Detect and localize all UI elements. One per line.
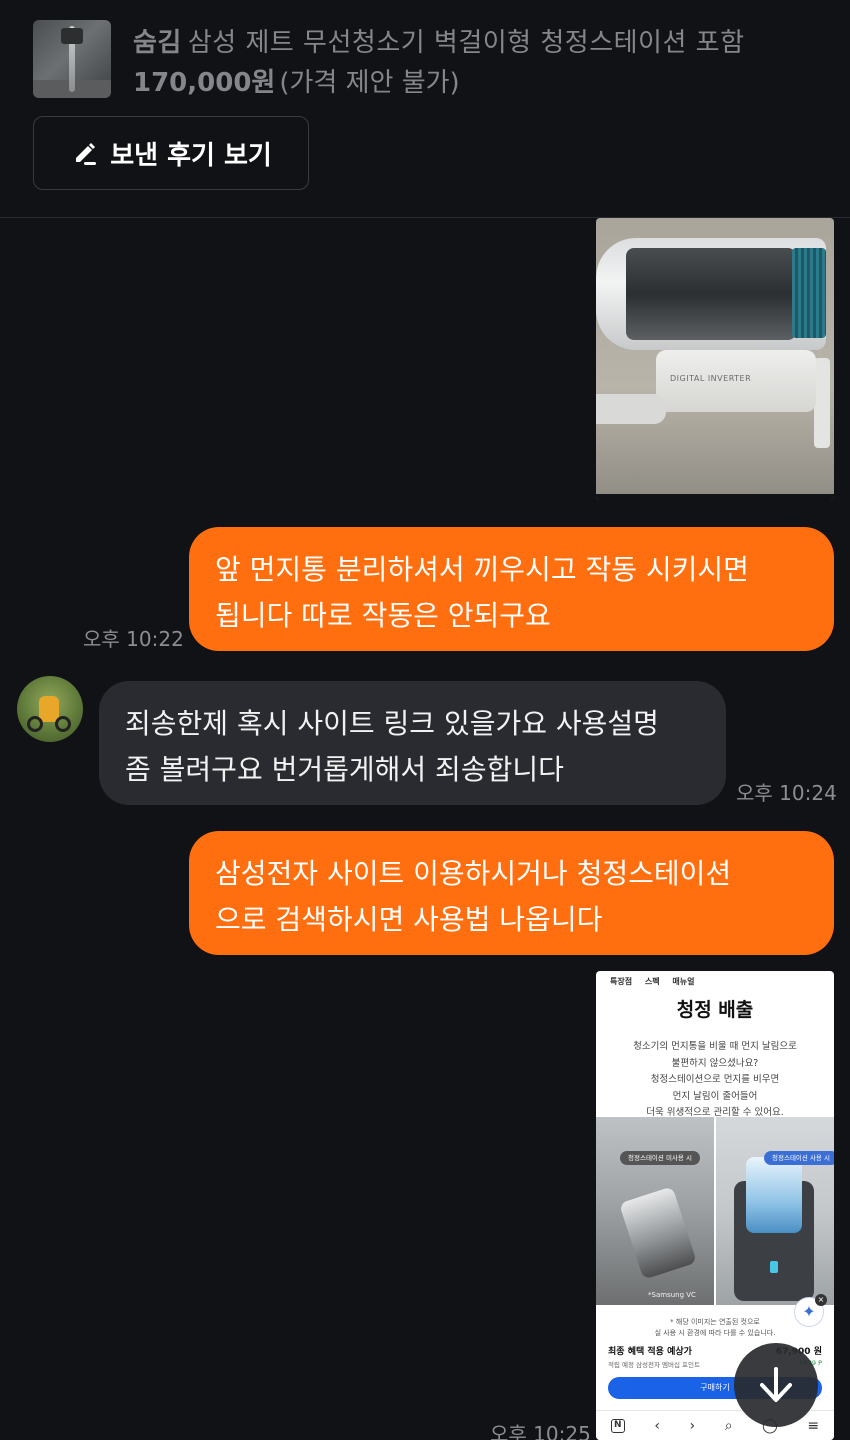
their-message-bubble[interactable]: 죄송한제 혹시 사이트 링크 있을가요 사용설명 좀 볼려구요 번거롭게해서 죄…	[99, 681, 726, 805]
close-icon: ×	[815, 1294, 827, 1306]
other-user-avatar[interactable]	[17, 676, 83, 742]
my-message-bubble[interactable]: 삼성전자 사이트 이용하시거나 청정스테이션 으로 검색하시면 사용법 나옵니다	[189, 831, 834, 955]
web-pill-right: 청정스테이션 사용 시	[764, 1151, 834, 1165]
product-price: 170,000원	[133, 68, 276, 98]
product-title: 삼성 제트 무선청소기 벽걸이형 청정스테이션 포함	[187, 28, 745, 58]
message-timestamp: 오후 10:22	[83, 627, 184, 651]
web-image-note: * 해당 이미지는 연출된 컷으로 실 사용 시 환경에 따라 다를 수 있습니…	[654, 1318, 776, 1337]
product-thumbnail[interactable]	[33, 20, 111, 98]
product-header: 숨김 삼성 제트 무선청소기 벽걸이형 청정스테이션 포함 170,000원 (가격…	[0, 0, 850, 218]
web-price-label: 최종 혜택 적용 예상가	[608, 1347, 692, 1357]
web-description: 청소기의 먼지통을 비울 때 먼지 날림으로 불편하지 않으셨나요? 청정스테이…	[633, 1041, 797, 1118]
message-timestamp: 오후 10:25	[490, 1422, 591, 1440]
forward-icon: ›	[689, 1417, 696, 1434]
web-pill-left: 청정스테이션 미사용 시	[620, 1151, 700, 1165]
message-image-vacuum[interactable]: DIGITAL INVERTER	[596, 218, 834, 500]
view-sent-review-button[interactable]: 보낸 후기 보기	[33, 116, 309, 190]
my-message-bubble[interactable]: 앞 먼지통 분리하셔서 끼우시고 작동 시키시면 됩니다 따로 작동은 안되구요	[189, 527, 834, 651]
product-status-badge: 숨김	[133, 28, 182, 58]
product-title-row[interactable]: 숨김 삼성 제트 무선청소기 벽걸이형 청정스테이션 포함	[133, 22, 745, 59]
web-title: 청정 배출	[676, 999, 754, 1021]
product-price-note: (가격 제안 불가)	[279, 68, 460, 98]
message-timestamp: 오후 10:24	[736, 781, 837, 805]
search-icon: ⌕	[724, 1417, 733, 1434]
product-price-row: 170,000원 (가격 제안 불가)	[133, 62, 460, 99]
pencil-icon	[76, 143, 97, 165]
web-points-label: 적립 예정 삼성전자 멤버십 포인트	[608, 1361, 700, 1369]
scroll-to-bottom-button[interactable]	[734, 1343, 818, 1427]
view-sent-review-label: 보낸 후기 보기	[110, 140, 272, 171]
web-top-nav: 특장점 스펙 매뉴얼	[610, 977, 695, 986]
vacuum-label-text: DIGITAL INVERTER	[670, 374, 752, 383]
arrow-down-icon	[760, 1367, 792, 1402]
menu-icon: ≡	[807, 1417, 820, 1434]
back-icon: ‹	[654, 1417, 660, 1434]
naver-icon: N	[610, 1418, 625, 1433]
web-brand-mark: *Samsung VC	[648, 1291, 696, 1299]
